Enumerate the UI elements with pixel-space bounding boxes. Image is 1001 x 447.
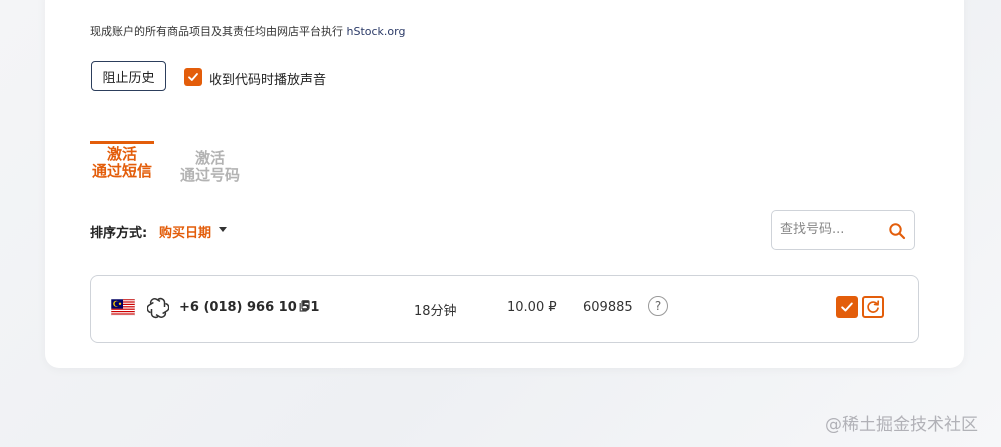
notice-message: 现成账户的所有商品项目及其责任均由网店平台执行 — [90, 25, 343, 38]
watermark: @稀土掘金技术社区 — [825, 415, 978, 435]
tab-activate-by-number[interactable]: 激活 通过号码 — [177, 150, 243, 184]
malaysia-flag-icon — [111, 299, 135, 316]
tab-number-line2: 通过号码 — [179, 166, 240, 184]
check-icon — [841, 302, 853, 312]
refresh-button[interactable] — [862, 296, 884, 318]
search-input[interactable] — [780, 222, 880, 237]
notice-link[interactable]: hStock.org — [347, 25, 406, 38]
caret-down-icon[interactable] — [219, 227, 227, 232]
activation-code: 609885 — [583, 300, 633, 315]
tab-sms-line2: 通过短信 — [91, 162, 152, 180]
copy-icon[interactable] — [299, 300, 310, 312]
refresh-icon — [867, 300, 880, 313]
sound-checkbox-label: 收到代码时播放声音 — [209, 73, 327, 88]
sort-label: 排序方式: — [90, 226, 148, 241]
openai-icon — [147, 297, 169, 319]
number-row: +6 (018) 966 10 51 18分钟 10.00 ₽ 609885 ? — [90, 275, 919, 343]
block-history-button[interactable]: 阻止历史 — [91, 61, 166, 91]
check-icon — [188, 73, 198, 81]
notice-text: 现成账户的所有商品项目及其责任均由网店平台执行 hStock.org — [90, 23, 405, 39]
tab-sms-line1: 激活 — [106, 145, 137, 163]
price: 10.00 ₽ — [507, 300, 557, 315]
sort-dropdown[interactable]: 购买日期 — [159, 222, 211, 241]
time-remaining: 18分钟 — [414, 304, 457, 319]
tab-number-line1: 激活 — [194, 149, 225, 167]
page: 现成账户的所有商品项目及其责任均由网店平台执行 hStock.org 阻止历史 … — [0, 0, 1001, 447]
help-icon[interactable]: ? — [648, 296, 668, 316]
main-card: 现成账户的所有商品项目及其责任均由网店平台执行 hStock.org 阻止历史 … — [45, 0, 964, 368]
search-box[interactable] — [771, 210, 915, 250]
search-icon[interactable] — [888, 222, 906, 240]
sound-checkbox[interactable] — [184, 68, 202, 86]
confirm-button[interactable] — [836, 296, 858, 318]
tab-activate-by-sms[interactable]: 激活 通过短信 — [90, 141, 154, 180]
